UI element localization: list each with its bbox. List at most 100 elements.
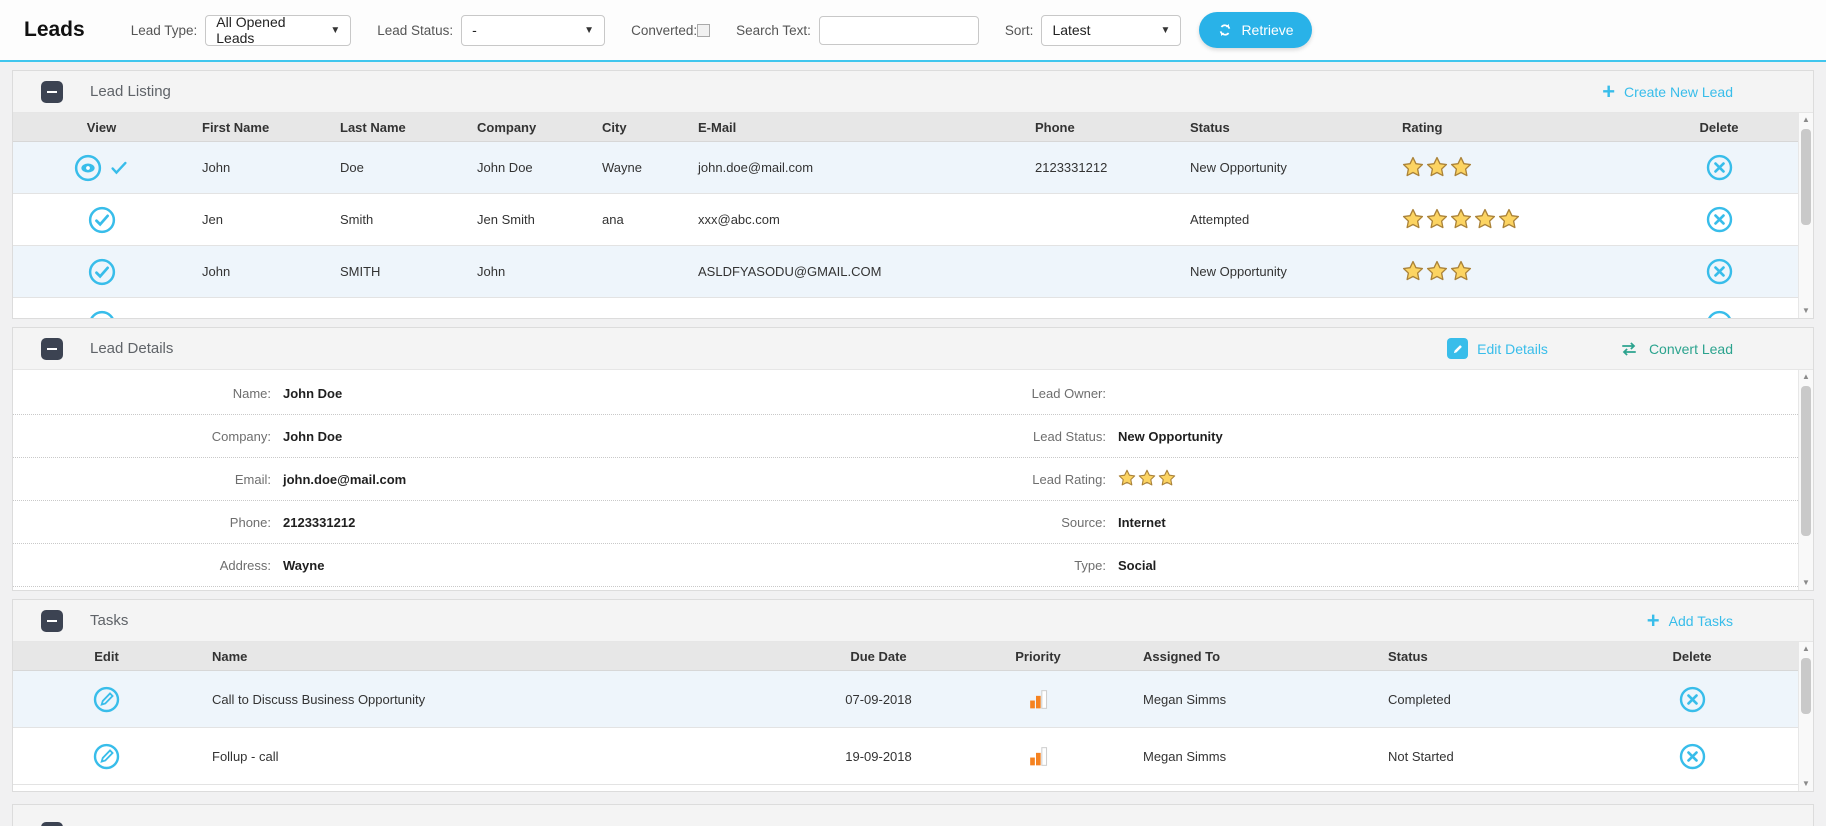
priority-bars-icon: [1026, 687, 1051, 712]
task-row[interactable]: Call to Discuss Business Opportunity 07-…: [13, 671, 1798, 728]
edit-details-link[interactable]: Edit Details: [1447, 338, 1548, 359]
field-label: Email:: [234, 471, 271, 487]
delete-lead-icon[interactable]: [1705, 205, 1734, 234]
converted-checkbox[interactable]: [697, 23, 711, 37]
field-label: Name:: [232, 385, 271, 401]
col-rating: Rating: [1402, 119, 1443, 135]
collapse-tasks-button[interactable]: [41, 609, 63, 632]
cell-email: xxx@abc.com: [698, 212, 780, 227]
next-panel-partial: [12, 804, 1814, 826]
field-value: New Opportunity: [1118, 428, 1223, 444]
lead-type-select[interactable]: All Opened Leads ▼: [205, 14, 352, 46]
edit-task-icon[interactable]: [92, 742, 121, 771]
delete-task-icon[interactable]: [1678, 685, 1707, 714]
cell-status: New Opportunity: [1190, 264, 1287, 279]
col-last-name: Last Name: [340, 119, 406, 135]
cell-assigned-to: Megan Simms: [1143, 748, 1227, 764]
sort-value: Latest: [1052, 22, 1091, 38]
scroll-up-arrow[interactable]: ▲: [1799, 642, 1813, 656]
sort-select[interactable]: Latest ▼: [1041, 14, 1182, 46]
convert-lead-label: Convert Lead: [1648, 340, 1733, 357]
converted-label: Converted:: [631, 22, 698, 38]
lead-details-header: Lead Details Edit Details Convert Lead: [13, 328, 1813, 370]
view-lead-icon[interactable]: [73, 153, 103, 183]
table-row[interactable]: [13, 298, 1798, 318]
cell-task-name: Follup - call: [212, 748, 279, 764]
search-text-label: Search Text:: [736, 22, 811, 38]
add-tasks-link[interactable]: + Add Tasks: [1646, 607, 1733, 633]
task-row[interactable]: Follup - call 19-09-2018 Megan Simms Not…: [13, 728, 1798, 785]
lead-details-scrollbar[interactable]: ▲ ▼: [1798, 370, 1813, 590]
cell-first-name: John: [202, 264, 231, 279]
scroll-up-arrow[interactable]: ▲: [1799, 113, 1813, 127]
table-row[interactable]: John Doe John Doe Wayne john.doe@mail.co…: [13, 142, 1798, 194]
delete-lead-icon[interactable]: [1705, 257, 1734, 286]
select-lead-icon[interactable]: [87, 257, 117, 287]
minus-icon: [47, 347, 57, 350]
collapse-lead-listing-button[interactable]: [41, 80, 63, 103]
field-label: Company:: [211, 428, 271, 444]
collapse-next-panel-button[interactable]: [41, 821, 63, 826]
lead-details-title: Lead Details: [90, 340, 174, 357]
field-value: 2123331212: [283, 514, 356, 530]
edit-task-icon[interactable]: [92, 685, 121, 714]
delete-lead-icon[interactable]: [1705, 153, 1734, 182]
scroll-thumb[interactable]: [1801, 386, 1811, 536]
table-row[interactable]: Jen Smith Jen Smith ana xxx@abc.com Atte…: [13, 194, 1798, 246]
add-tasks-label: Add Tasks: [1668, 612, 1733, 629]
cell-first-name: John: [202, 160, 231, 175]
cell-phone: 2123331212: [1035, 160, 1108, 175]
retrieve-label: Retrieve: [1241, 22, 1294, 38]
plus-icon: +: [1646, 607, 1660, 633]
select-lead-icon[interactable]: [87, 205, 117, 235]
plus-icon: +: [1602, 78, 1616, 104]
star-icon: [1474, 208, 1496, 228]
cell-due-date: 19-09-2018: [845, 748, 912, 764]
tasks-scrollbar[interactable]: ▲ ▼: [1798, 642, 1813, 791]
cell-task-status: Not Started: [1388, 748, 1454, 764]
scroll-up-arrow[interactable]: ▲: [1799, 370, 1813, 384]
scroll-thumb[interactable]: [1801, 129, 1811, 225]
tasks-column-headers: Edit Name Due Date Priority Assigned To …: [13, 642, 1798, 671]
star-icon: [1118, 469, 1136, 486]
create-new-lead-label: Create New Lead: [1624, 83, 1733, 100]
lead-listing-title: Lead Listing: [90, 83, 171, 100]
lead-rating-stars: [1118, 469, 1176, 486]
cell-status: Attempted: [1190, 212, 1250, 227]
star-icon: [1426, 208, 1448, 228]
search-input[interactable]: [818, 15, 979, 45]
retrieve-button[interactable]: Retrieve: [1199, 12, 1312, 48]
edit-details-label: Edit Details: [1477, 340, 1548, 357]
cell-city: ana: [602, 212, 624, 227]
chevron-down-icon: ▼: [330, 24, 341, 36]
cell-first-name: Jen: [202, 212, 223, 227]
field-label: Lead Rating:: [1032, 471, 1106, 487]
cell-assigned-to: Megan Simms: [1143, 691, 1227, 707]
col-first-name: First Name: [202, 119, 270, 135]
lead-type-value: All Opened Leads: [216, 14, 286, 46]
table-row[interactable]: John SMITH John ASLDFYASODU@GMAIL.COM Ne…: [13, 246, 1798, 298]
scroll-down-arrow[interactable]: ▼: [1799, 304, 1813, 318]
cell-last-name: Doe: [340, 160, 364, 175]
scroll-down-arrow[interactable]: ▼: [1799, 576, 1813, 590]
select-lead-icon[interactable]: [87, 309, 117, 318]
field-label: Phone:: [229, 514, 271, 530]
collapse-lead-details-button[interactable]: [41, 337, 63, 360]
col-name: Name: [212, 648, 248, 664]
delete-lead-icon[interactable]: [1705, 309, 1734, 318]
create-new-lead-link[interactable]: + Create New Lead: [1602, 78, 1733, 104]
convert-lead-link[interactable]: Convert Lead: [1618, 340, 1733, 358]
lead-listing-scrollbar[interactable]: ▲ ▼: [1798, 113, 1813, 318]
detail-row: Name: John Doe Lead Owner:: [13, 372, 1798, 415]
tasks-body: Call to Discuss Business Opportunity 07-…: [13, 671, 1798, 791]
lead-listing-body: John Doe John Doe Wayne john.doe@mail.co…: [13, 142, 1798, 318]
scroll-down-arrow[interactable]: ▼: [1799, 777, 1813, 791]
refresh-icon: [1217, 22, 1233, 38]
delete-task-icon[interactable]: [1678, 742, 1707, 771]
star-icon: [1450, 156, 1472, 176]
star-icon: [1138, 469, 1156, 486]
star-icon: [1402, 260, 1424, 280]
star-icon: [1402, 156, 1424, 176]
scroll-thumb[interactable]: [1801, 658, 1811, 714]
lead-status-select[interactable]: - ▼: [461, 14, 606, 46]
